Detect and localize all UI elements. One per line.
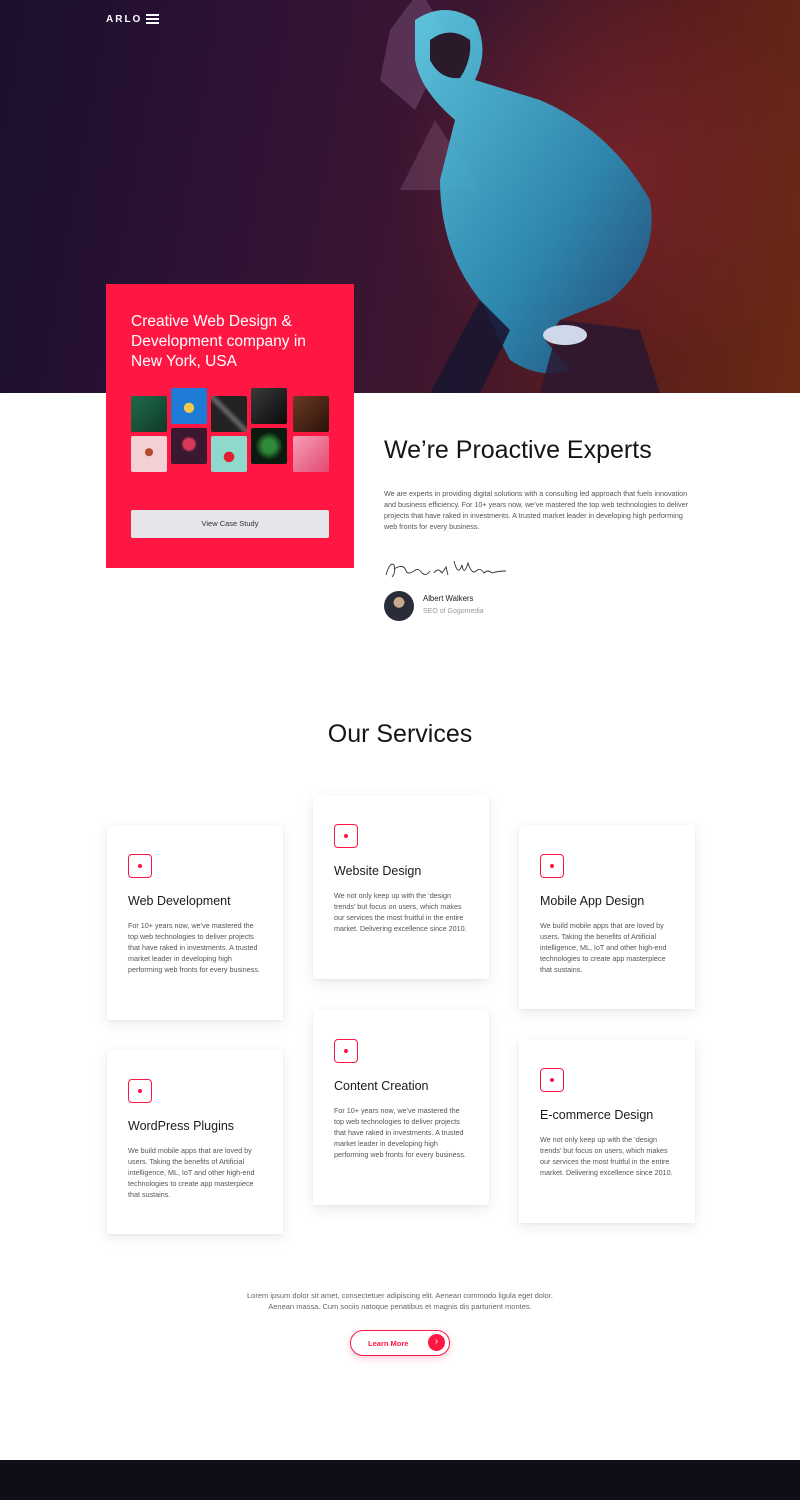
service-icon	[334, 1039, 358, 1063]
service-icon	[128, 1079, 152, 1103]
service-card-wordpress-plugins[interactable]: WordPress Plugins We build mobile apps t…	[107, 1050, 283, 1234]
service-card-ecommerce-design[interactable]: E-commerce Design We not only keep up wi…	[519, 1039, 695, 1223]
thumbnail-dark-leaf	[211, 396, 247, 432]
service-icon	[540, 1068, 564, 1092]
thumbnail-pink-leaves	[293, 436, 329, 472]
service-description: We build mobile apps that are loved by u…	[540, 921, 667, 974]
cta-text-line-1: Lorem ipsum dolor sit amet, consectetuer…	[246, 1291, 553, 1300]
service-title: Website Design	[334, 864, 422, 878]
chevron-right-icon: ›	[428, 1334, 445, 1351]
service-card-mobile-app-design[interactable]: Mobile App Design We build mobile apps t…	[519, 825, 695, 1009]
service-description: We build mobile apps that are loved by u…	[128, 1146, 255, 1199]
cta-text-line-2: Aenean massa. Cum sociis natoque penatib…	[268, 1302, 532, 1311]
author-avatar	[384, 591, 414, 621]
thumbnail-pink-product	[131, 436, 167, 472]
author-name: Albert Walkers	[423, 594, 474, 603]
service-description: For 10+ years now, we’ve mastered the to…	[128, 921, 260, 974]
service-card-content-creation[interactable]: Content Creation For 10+ years now, we’v…	[313, 1010, 489, 1205]
author-role: SEO of Gogomedia	[423, 608, 484, 615]
learn-more-label: Learn More	[368, 1339, 409, 1348]
thumbnail-blue-shoe	[171, 388, 207, 424]
brand-logo[interactable]: ARLO	[106, 14, 142, 25]
about-description: We are experts in providing digital solu…	[384, 489, 688, 531]
service-icon	[128, 854, 152, 878]
service-title: E-commerce Design	[540, 1108, 654, 1122]
hero-card: Creative Web Design & Development compan…	[106, 284, 354, 568]
learn-more-button[interactable]: Learn More ›	[350, 1330, 450, 1356]
thumbnail-cherries	[211, 436, 247, 472]
hero-card-title: Creative Web Design & Development compan…	[131, 313, 306, 370]
signature-image	[385, 560, 507, 578]
thumbnail-hands	[251, 388, 287, 424]
hamburger-menu-icon[interactable]	[146, 14, 159, 24]
service-title: Mobile App Design	[540, 894, 645, 908]
thumbnail-dark-portrait	[171, 428, 207, 464]
thumbnail-brown-texture	[293, 396, 329, 432]
service-icon	[540, 854, 564, 878]
service-description: We not only keep up with the ‘design tre…	[540, 1135, 673, 1177]
service-icon	[334, 824, 358, 848]
footer	[0, 1460, 800, 1500]
service-description: We not only keep up with the ‘design tre…	[334, 891, 467, 933]
thumbnail-green-plant	[251, 428, 287, 464]
hero-photo-person	[380, 0, 660, 393]
cta-text: Lorem ipsum dolor sit amet, consectetuer…	[0, 1290, 800, 1312]
service-title: Web Development	[128, 894, 231, 908]
service-description: For 10+ years now, we’ve mastered the to…	[334, 1106, 466, 1159]
about-title: We’re Proactive Experts	[384, 436, 652, 464]
view-case-study-button[interactable]: View Case Study	[131, 510, 329, 538]
thumbnail-green-vase	[131, 396, 167, 432]
service-card-web-development[interactable]: Web Development For 10+ years now, we’ve…	[107, 825, 283, 1020]
service-title: Content Creation	[334, 1079, 429, 1093]
services-title: Our Services	[327, 720, 473, 748]
service-title: WordPress Plugins	[128, 1119, 235, 1133]
service-card-website-design[interactable]: Website Design We not only keep up with …	[313, 795, 489, 979]
